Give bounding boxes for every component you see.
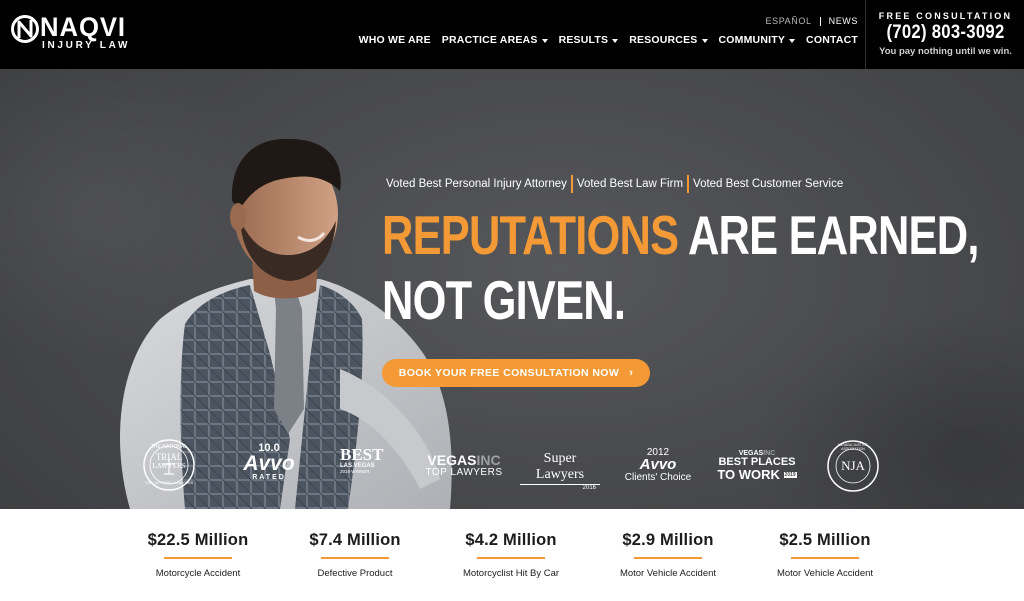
badge-mark: NJA [841,458,865,473]
case-result-item: $4.2 Million Motorcyclist Hit By Car [431,531,591,579]
result-divider [634,557,702,559]
logo-subtitle: INJURY LAW [42,40,131,51]
badge-brand: VEGASINC [424,453,504,467]
badge-text: LAWYERS [152,462,186,470]
headline-rest: ARE EARNED, [687,204,979,266]
badge-best-places-to-work: VEGASINC BEST PLACES TO WORK 2019 [714,450,800,486]
book-consultation-button[interactable]: BOOK YOUR FREE CONSULTATION NOW › [382,359,650,387]
nav-resources[interactable]: RESOURCES [629,34,708,46]
badge-best-of-las-vegas: BEST LAS VEGAS 2019 WINNER [340,446,390,490]
consultation-label: FREE CONSULTATION [878,11,1013,21]
logo-name: NAQVI [40,12,126,42]
nav-label: PRACTICE AREAS [441,34,538,46]
nav-contact[interactable]: CONTACT [806,34,858,46]
headline-line-1: REPUTATIONS ARE EARNED, [382,203,979,268]
result-case-type: Motorcyclist Hit By Car [462,568,560,579]
phone-number-link[interactable]: (702) 803-3092 [876,22,1016,44]
badge-text: 2019 WINNER [340,469,370,474]
badge-sub: RATED [252,474,286,481]
nav-label: CONTACT [806,34,858,46]
result-divider [164,557,232,559]
case-result-item: $2.9 Million Motor Vehicle Accident [588,531,748,579]
headline-line-2: NOT GIVEN. [382,269,626,331]
accolade-divider [687,175,690,193]
utility-nav: ESPAÑOL NEWS [766,16,858,26]
result-amount: $2.5 Million [779,531,871,549]
site-header: NAQVI INJURY LAW ESPAÑOL NEWS WHO WE ARE… [0,0,1024,69]
free-consultation-box[interactable]: FREE CONSULTATION (702) 803-3092 You pay… [865,0,1024,69]
badge-avvo-clients-choice: 2012 Avvo Clients' Choice [618,447,698,487]
badge-sub: Clients' Choice [624,472,692,483]
accolades-bar: Voted Best Personal Injury Attorney Vote… [386,175,843,193]
result-amount: $2.9 Million [622,531,714,549]
accolade-text: Voted Best Law Firm [576,178,684,190]
badge-nevada-justice-association: NEVADA JUSTICE ASSOCIATION NJA [826,439,880,493]
caret-down-icon [541,38,548,43]
badge-year: 2016 [520,484,600,491]
caret-down-icon [789,38,796,43]
nav-label: WHO WE ARE [358,34,431,46]
chevron-right-icon: › [629,367,634,379]
result-divider [477,557,545,559]
case-results-strip: $22.5 Million Motorcycle Accident $7.4 M… [0,509,1024,601]
headline-accent: REPUTATIONS [382,204,679,266]
nav-practice-areas[interactable]: PRACTICE AREAS [442,34,548,46]
result-amount: $4.2 Million [465,531,557,549]
case-result-item: $2.5 Million Motor Vehicle Accident [745,531,905,579]
utility-divider [819,16,821,26]
badge-trial-lawyers: THE NATIONAL TRIAL LAWYERS TOP 100 TRIAL… [142,438,196,492]
hero-headline: REPUTATIONS ARE EARNED, NOT GIVEN. [382,203,979,333]
result-divider [791,557,859,559]
accolade-text: Voted Best Personal Injury Attorney [386,178,567,190]
badge-brand: Avvo [639,456,677,473]
naqvi-logo[interactable]: NAQVI INJURY LAW [11,12,151,56]
badge-text: TRIAL [155,452,183,462]
case-result-item: $22.5 Million Motorcycle Accident [118,531,278,579]
nav-results[interactable]: RESULTS [559,34,619,46]
news-link[interactable]: NEWS [829,16,858,26]
badge-text: TOP 100 TRIAL LAWYERS [144,480,194,485]
badge-brand: Avvo [243,452,295,475]
result-case-type: Motor Vehicle Accident [776,568,874,579]
nav-label: RESOURCES [629,34,698,46]
hero-banner: Voted Best Personal Injury Attorney Vote… [0,69,1024,509]
nav-who-we-are[interactable]: WHO WE ARE [359,34,431,46]
result-case-type: Motor Vehicle Accident [619,568,717,579]
espanol-link[interactable]: ESPAÑOL [766,16,812,26]
badge-avvo-rated: 10.0 Avvo RATED [234,442,304,490]
result-amount: $22.5 Million [147,531,249,549]
badge-super-lawyers: Super Lawyers 2016 [520,451,600,491]
caret-down-icon [612,38,619,43]
nav-community[interactable]: COMMUNITY [719,34,796,46]
badge-sub: TOP LAWYERS [425,467,503,478]
accolade-divider [570,175,573,193]
main-nav: WHO WE ARE PRACTICE AREAS RESULTS RESOUR… [348,34,858,46]
badge-text: BEST [340,445,384,464]
cta-label: BOOK YOUR FREE CONSULTATION NOW [398,367,620,379]
badge-text: THE NATIONAL [150,444,188,450]
logo-mark-icon [11,15,39,43]
case-result-item: $7.4 Million Defective Product [275,531,435,579]
badge-brand-part: VEGAS [427,452,477,468]
badge-ring-text: NEVADA JUSTICE ASSOCIATION [838,443,868,451]
result-divider [321,557,389,559]
result-case-type: Motorcycle Accident [155,568,241,579]
nav-label: COMMUNITY [718,34,786,46]
badge-year: 2019 [783,472,797,479]
badge-text: TO WORK 2019 [714,468,800,482]
nav-label: RESULTS [558,34,609,46]
consultation-note: You pay nothing until we win. [879,46,1012,57]
caret-down-icon [701,38,708,43]
accolade-text: Voted Best Customer Service [693,178,844,190]
result-case-type: Defective Product [317,568,393,579]
result-amount: $7.4 Million [309,531,401,549]
badge-brand: Super Lawyers [535,451,585,482]
badge-text-part: TO WORK [717,467,780,482]
badge-vegas-inc-top-lawyers: VEGASINC TOP LAWYERS [424,453,504,483]
badge-brand-part: INC [476,452,501,468]
